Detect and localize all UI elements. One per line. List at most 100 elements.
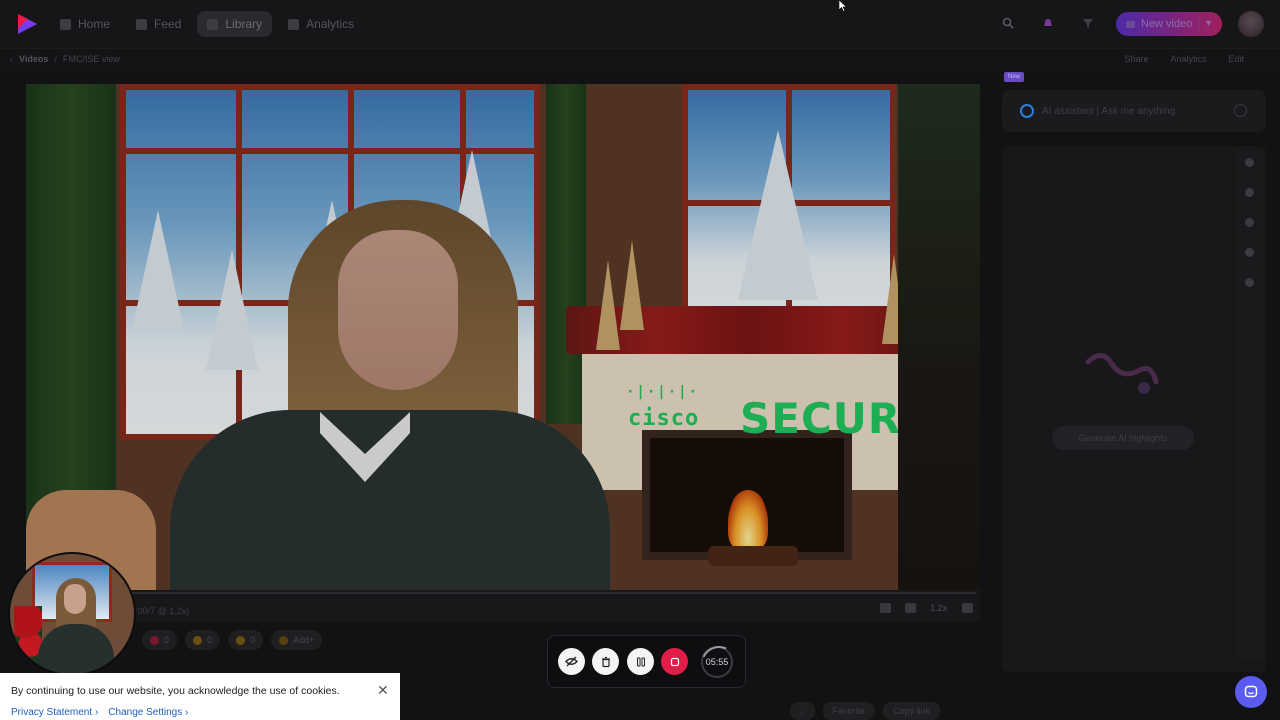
chevron-right-icon: › [185,707,189,718]
mouse-cursor-icon [839,0,847,12]
nav-analytics-label: Analytics [306,17,355,31]
privacy-statement-label: Privacy Statement [11,707,93,718]
trash-icon [601,656,610,667]
playback-speed[interactable]: 1.2x [930,603,948,613]
breadcrumb-separator: / [54,54,57,64]
page-actions: Share Analytics Edit [1124,54,1244,64]
clap-icon [193,635,203,645]
ai-assistant-placeholder: AI assistant | Ask me anything [1042,106,1176,117]
nav-home-label: Home [78,17,111,31]
panel-tool-rail [1236,150,1264,660]
pointer-tool-icon[interactable] [1245,158,1254,167]
reaction-count: 0 [164,635,170,645]
ai-panel-body [1002,146,1266,672]
info-icon[interactable] [1234,104,1247,117]
change-settings-link[interactable]: Change Settings › [108,707,188,718]
stop-icon [670,657,679,666]
download-button[interactable]: ↓ [790,702,815,720]
new-video-label: New video [1141,18,1193,30]
nav-analytics[interactable]: Analytics [278,11,364,37]
search-icon[interactable] [1002,17,1014,29]
video-time: 2:00/7 @ 1.2x) [130,606,190,616]
reaction-add-label: Add+ [293,635,315,645]
nav-feed[interactable]: Feed [126,11,191,37]
settings-tool-icon[interactable] [1245,218,1254,227]
nav-feed-label: Feed [154,17,182,31]
support-chat-button[interactable] [1235,676,1267,708]
main-nav: Home Feed Library Analytics [50,11,364,37]
edit-button[interactable]: Edit [1228,54,1244,64]
cookie-banner: By continuing to use our website, you ac… [0,673,400,720]
chat-tool-icon[interactable] [1245,248,1254,257]
top-nav: Home Feed Library Analytics New video ▼ [0,0,1280,48]
reaction-smile[interactable]: 0 [228,630,264,650]
emoji-reaction-icon[interactable] [880,603,891,613]
generate-highlights-button[interactable]: Generate AI highlights [1052,426,1194,450]
breadcrumb-current: FMC/ISE view [62,54,120,64]
video-dim-overlay [26,84,898,590]
download-icon: ↓ [800,706,805,716]
pause-recording-button[interactable] [627,648,654,675]
emoji-icon [279,635,289,645]
nav-library[interactable]: Library [197,11,273,37]
breadcrumb-bar: ‹ Videos / FMC/ISE view Share Analytics … [0,48,1280,70]
copy-link-label: Copy link [893,706,931,716]
pause-icon [636,657,645,666]
favorite-label: Favorite [832,706,866,716]
chat-icon [1244,685,1258,698]
ai-assistant-icon [1020,104,1034,118]
video-letterbox [898,84,980,590]
new-badge: New [1004,72,1024,82]
comment-tool-icon[interactable] [1245,188,1254,197]
reaction-add[interactable]: Add+ [271,630,323,650]
close-icon[interactable]: ✕ [377,683,389,697]
camera-preview-bubble[interactable] [8,552,136,676]
reaction-count: 0 [250,635,256,645]
stop-recording-button[interactable] [661,648,688,675]
video-progress-bar[interactable] [30,592,976,594]
camera-presenter-body [38,624,114,674]
app-logo-icon[interactable] [14,11,40,37]
list-tool-icon[interactable] [1245,278,1254,287]
recording-toolbar: 05:55 [547,635,746,688]
notification-bell-icon[interactable] [1042,17,1054,29]
camera-presenter-face [64,584,86,614]
video-controls-right: 1.2x [880,603,973,613]
cookie-links: Privacy Statement › Change Settings › [11,707,188,718]
reaction-bar: 0 0 0 Add+ [142,630,323,650]
chevron-right-icon: › [94,707,99,718]
feed-icon [136,18,148,30]
favorite-button[interactable]: Favorite [822,702,876,720]
reaction-heart[interactable]: 0 [142,630,178,650]
reaction-clap[interactable]: 0 [185,630,221,650]
smile-icon [236,635,246,645]
heart-icon [150,635,159,645]
video-bottom-actions: ↓ Favorite Copy link [790,702,941,720]
empty-state-illustration-icon [1085,353,1159,394]
delete-recording-button[interactable] [592,648,619,675]
breadcrumb: ‹ Videos / FMC/ISE view [10,54,120,64]
hide-camera-button[interactable] [558,648,585,675]
chevron-down-icon[interactable]: ▼ [1204,18,1213,28]
analytics-button[interactable]: Analytics [1170,54,1206,64]
filter-icon[interactable] [1082,17,1094,29]
back-chevron-icon[interactable]: ‹ [10,54,13,64]
eye-off-icon [565,656,578,667]
change-settings-label: Change Settings [108,707,183,718]
fullscreen-icon[interactable] [961,603,973,613]
privacy-statement-link[interactable]: Privacy Statement › [11,707,98,718]
new-video-button[interactable]: New video ▼ [1116,12,1222,36]
video-player[interactable]: ·|·|·|· cisco SECURE [26,84,898,590]
captions-icon[interactable] [905,603,916,613]
analytics-icon [288,18,300,30]
recording-timer-text: 05:55 [705,657,729,667]
share-button[interactable]: Share [1124,54,1148,64]
breadcrumb-root[interactable]: Videos [19,54,48,64]
nav-home[interactable]: Home [50,11,120,37]
user-avatar[interactable] [1238,11,1264,37]
new-video-divider [1198,16,1199,32]
reaction-count: 0 [207,635,213,645]
copy-link-button[interactable]: Copy link [883,702,941,720]
recording-timer: 05:55 [701,646,733,678]
camera-icon [1126,20,1135,28]
